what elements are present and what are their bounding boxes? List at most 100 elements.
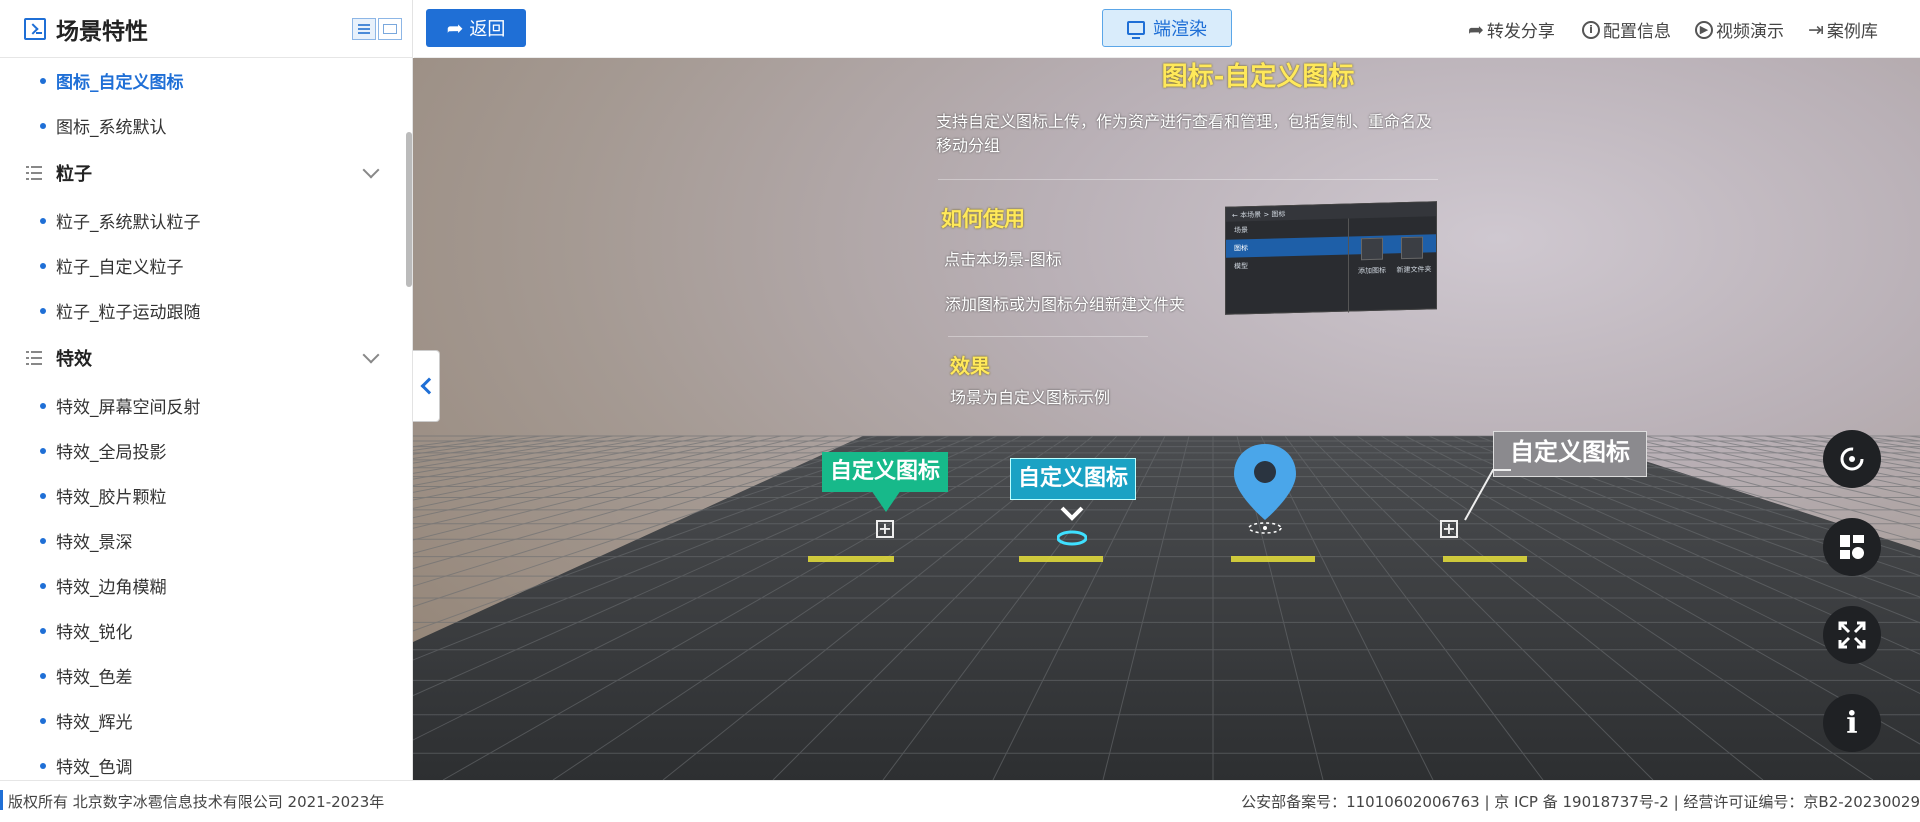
mini-add-icon-label: 添加图标 <box>1358 266 1386 276</box>
bullet-icon <box>40 217 46 224</box>
instruction-screenshot: ← 本场景 > 图标 场景 图标 模型 添加图标 新建文件夹 <box>1225 201 1437 315</box>
sidebar-group-label: 特效 <box>56 349 92 370</box>
bullet-icon <box>40 262 46 269</box>
info-button[interactable]: i <box>1823 694 1881 752</box>
monitor-icon <box>1127 21 1145 39</box>
sidebar-item-label: 粒子_粒子运动跟随 <box>56 303 201 323</box>
case-library-label: 案例库 <box>1826 22 1878 42</box>
tag-pointer-icon <box>871 490 901 512</box>
sidebar-item[interactable]: 图标_系统默认 <box>0 103 405 148</box>
sidebar-item[interactable]: 粒子_自定义粒子 <box>0 243 405 288</box>
mini-add-icon-button <box>1361 237 1383 261</box>
anchor-plus-icon: + <box>876 520 894 538</box>
video-link[interactable]: ▶ 视频演示 <box>1695 17 1784 42</box>
sidebar-item[interactable]: 特效_边角模糊 <box>0 563 405 608</box>
bullet-icon <box>40 402 46 409</box>
bullet-icon <box>40 537 46 544</box>
sidebar-item-label: 特效_胶片颗粒 <box>56 488 167 508</box>
sidebar-item-label: 粒子_自定义粒子 <box>56 258 184 278</box>
bullet-icon <box>40 122 46 129</box>
bullet-icon <box>40 447 46 454</box>
dashboard-icon <box>1840 535 1864 559</box>
list-view-icon <box>358 24 370 34</box>
sidebar-item[interactable]: 特效_色差 <box>0 653 405 698</box>
case-library-link[interactable]: ⇥ 案例库 <box>1808 17 1878 43</box>
sidebar-item[interactable]: 粒子_粒子运动跟随 <box>0 288 405 333</box>
custom-icon-tag-green[interactable]: 自定义图标 <box>822 452 948 492</box>
sidebar-item-label: 图标_系统默认 <box>56 118 167 138</box>
bullet-icon <box>40 762 46 769</box>
ground-label-bar <box>1019 556 1103 562</box>
ground-label-bar <box>1231 556 1315 562</box>
custom-icon-tag-teal[interactable]: 自定义图标 <box>1010 458 1136 500</box>
sidebar-item[interactable]: 特效_锐化 <box>0 608 405 653</box>
play-circle-icon: ▶ <box>1695 20 1713 39</box>
bullet-icon <box>40 582 46 589</box>
grid-view-toggle[interactable] <box>378 18 402 40</box>
back-button-label: 返回 <box>469 19 506 40</box>
scene-title: 图标-自定义图标 <box>1161 62 1355 92</box>
ground-label-bar <box>808 556 894 562</box>
sidebar-item[interactable]: 特效_色调 <box>0 743 405 780</box>
bullet-icon <box>40 77 46 84</box>
fullscreen-button[interactable] <box>1823 606 1881 664</box>
sidebar-scrollbar[interactable] <box>406 132 412 287</box>
sidebar-group[interactable]: 粒子 <box>0 148 405 198</box>
list-view-toggle[interactable] <box>352 18 376 40</box>
sidebar-item[interactable]: 特效_辉光 <box>0 698 405 743</box>
render-mode-button[interactable]: 端渲染 <box>1102 9 1232 47</box>
back-arrow-icon: ➦ <box>446 16 464 40</box>
info-icon: i <box>1846 705 1858 741</box>
teal-marker-icon <box>1057 506 1087 546</box>
divider <box>948 336 1148 337</box>
share-label: 转发分享 <box>1486 22 1555 42</box>
video-label: 视频演示 <box>1716 22 1784 42</box>
enter-icon: ⇥ <box>1808 18 1824 41</box>
config-link[interactable]: i 配置信息 <box>1582 17 1671 42</box>
sidebar-item[interactable]: 特效_全局投影 <box>0 428 405 473</box>
anchor-plus-icon: + <box>1440 520 1458 538</box>
custom-icon-tag-gray[interactable]: 自定义图标 <box>1493 431 1647 477</box>
sidebar-item[interactable]: 特效_胶片颗粒 <box>0 473 405 518</box>
chevron-down-icon <box>362 161 380 179</box>
collapse-sidebar-button[interactable] <box>413 350 440 422</box>
sidebar-item-label: 特效_辉光 <box>56 713 133 733</box>
scene-viewport[interactable]: 图标-自定义图标 支持自定义图标上传，作为资产进行查看和管理，包括复制、重命名及… <box>413 58 1920 780</box>
info-circle-icon: i <box>1582 20 1600 39</box>
sidebar-header: 场景特性 <box>0 0 412 58</box>
effect-heading: 效果 <box>950 354 990 378</box>
location-pin-icon[interactable] <box>1230 442 1300 542</box>
mini-new-folder-label: 新建文件夹 <box>1396 265 1432 275</box>
divider <box>938 179 1438 180</box>
rotate-icon <box>1840 447 1864 471</box>
sidebar-item-label: 特效_锐化 <box>56 623 133 643</box>
bullet-icon <box>40 307 46 314</box>
mini-new-folder-button <box>1401 236 1423 260</box>
sidebar-item[interactable]: 特效_屏幕空间反射 <box>0 383 405 428</box>
scene-description: 支持自定义图标上传，作为资产进行查看和管理，包括复制、重命名及移动分组 <box>936 112 1433 155</box>
footer: 版权所有 北京数字冰雹信息技术有限公司 2021-2023年 公安部备案号：11… <box>0 780 1920 822</box>
render-mode-label: 端渲染 <box>1153 19 1207 40</box>
expand-icon <box>1838 621 1866 649</box>
layout-button[interactable] <box>1823 518 1881 576</box>
sidebar-item-label: 特效_色调 <box>56 758 133 778</box>
effect-text: 场景为自定义图标示例 <box>950 388 1111 407</box>
sidebar-item-label: 图标_自定义图标 <box>56 73 184 93</box>
sidebar-item[interactable]: 图标_自定义图标 <box>0 58 405 103</box>
rotate-view-button[interactable] <box>1823 430 1881 488</box>
sidebar-group-label: 粒子 <box>56 164 92 185</box>
toolbar: ➦ 返回 端渲染 ➦ 转发分享 i 配置信息 ▶ 视频演示 ⇥ 案例库 <box>414 0 1920 58</box>
sidebar-item[interactable]: 粒子_系统默认粒子 <box>0 198 405 243</box>
sidebar: 场景特性 图标_自定义图标 图标_系统默认 粒子粒子_系统默认粒子粒子_自定义粒子粒… <box>0 0 413 780</box>
list-icon <box>26 166 42 180</box>
back-button[interactable]: ➦ 返回 <box>426 9 526 47</box>
sidebar-list: 图标_自定义图标 图标_系统默认 粒子粒子_系统默认粒子粒子_自定义粒子 粒子_粒子运… <box>0 58 405 780</box>
sidebar-item[interactable]: 特效_景深 <box>0 518 405 563</box>
sidebar-group[interactable]: 特效 <box>0 333 405 383</box>
list-icon <box>26 351 42 365</box>
how-to-heading: 如何使用 <box>941 207 1025 231</box>
beian-text: 公安部备案号：11010602006763 | 京 ICP 备 19018737… <box>1241 793 1920 811</box>
share-link[interactable]: ➦ 转发分享 <box>1468 17 1555 43</box>
bullet-icon <box>40 627 46 634</box>
step-2-text: 添加图标或为图标分组新建文件夹 <box>945 295 1186 314</box>
